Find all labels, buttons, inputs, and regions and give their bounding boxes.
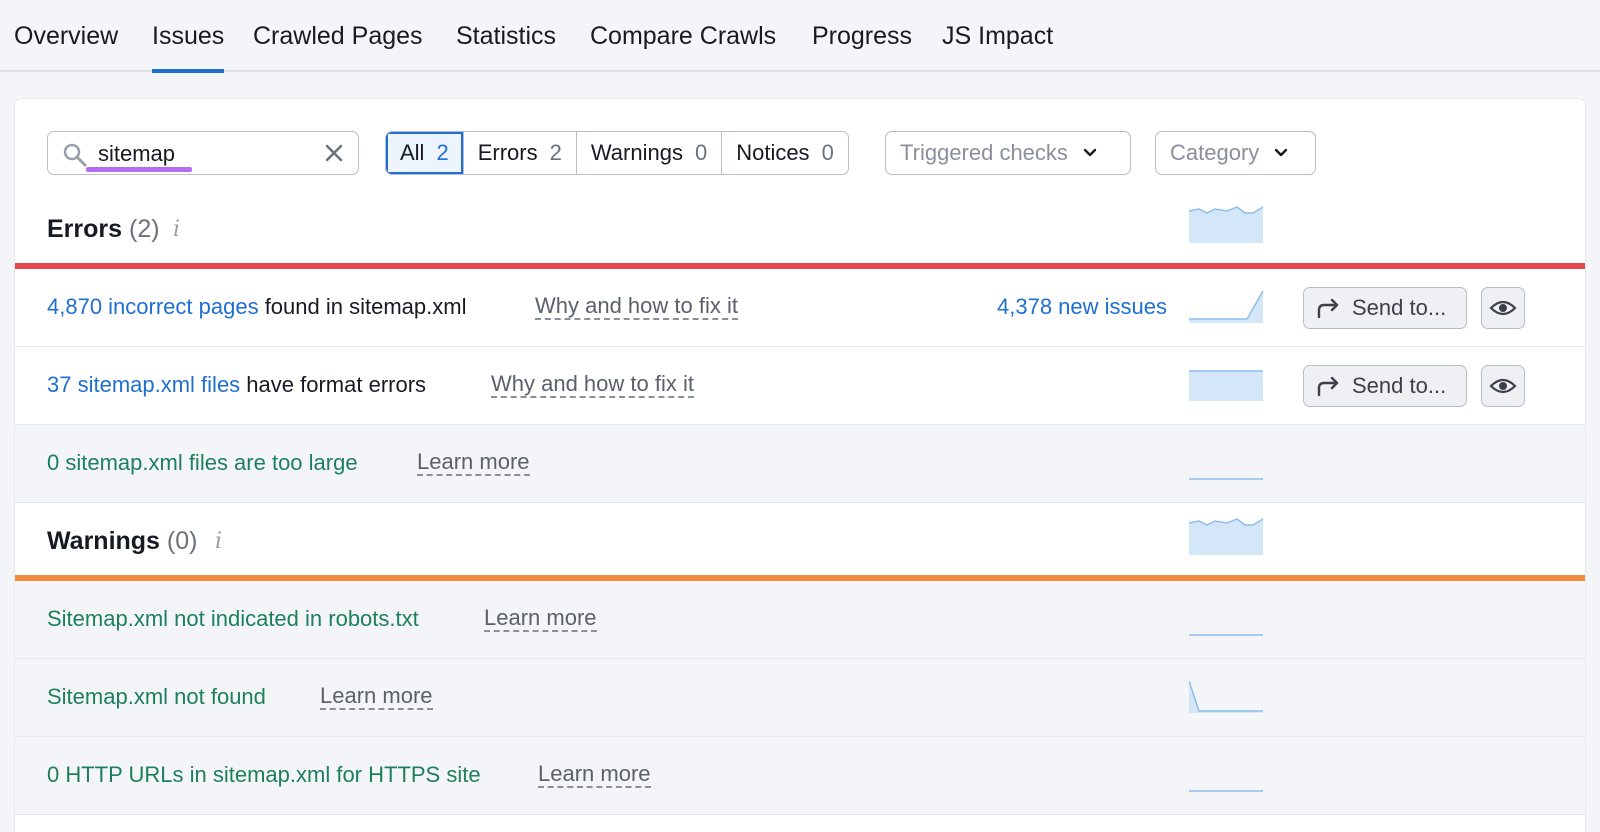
tab-compare-crawls[interactable]: Compare Crawls xyxy=(590,22,776,51)
filter-label: Errors xyxy=(477,140,538,165)
clear-icon[interactable] xyxy=(322,141,346,165)
issue-row: Sitemap.xml not indicated in robots.txt … xyxy=(15,581,1585,659)
filter-count: 0 xyxy=(694,140,708,165)
triggered-checks-dropdown[interactable]: Triggered checks xyxy=(885,131,1131,175)
dropdown-label: Category xyxy=(1170,140,1260,165)
tab-progress[interactable]: Progress xyxy=(812,22,912,51)
filter-label: Warnings xyxy=(590,140,683,165)
warnings-section-header: Warnings (0) i xyxy=(15,503,1585,581)
section-title: Warnings (0) xyxy=(47,527,198,555)
issue-row: 4,870 incorrect pages found in sitemap.x… xyxy=(15,269,1585,347)
tab-overview[interactable]: Overview xyxy=(14,22,118,51)
warnings-trend-sparkline xyxy=(1189,518,1264,555)
issue-row: 0 sitemap.xml files are too large Learn … xyxy=(15,425,1585,503)
errors-section-header: Errors (2) i xyxy=(15,191,1585,269)
learn-more-link[interactable]: Learn more xyxy=(484,606,597,632)
chevron-down-icon xyxy=(1083,148,1097,157)
issue-text: 0 HTTP URLs in sitemap.xml for HTTPS sit… xyxy=(47,762,481,787)
learn-more-link[interactable]: Learn more xyxy=(417,450,530,476)
issue-trend-sparkline xyxy=(1189,290,1264,323)
share-arrow-icon xyxy=(1317,298,1339,319)
filter-label: All xyxy=(400,140,425,165)
issue-row: Sitemap.xml not found Learn more xyxy=(15,659,1585,737)
issue-text: 37 sitemap.xml files have format errors xyxy=(47,372,427,397)
send-to-button[interactable]: Send to... xyxy=(1303,287,1467,329)
issue-row: 37 sitemap.xml files have format errors … xyxy=(15,347,1585,425)
learn-more-link[interactable]: Learn more xyxy=(538,762,651,788)
issue-trend-sparkline xyxy=(1189,680,1263,713)
tab-js-impact[interactable]: JS Impact xyxy=(942,22,1053,51)
tab-bar: Overview Issues Crawled Pages Statistics… xyxy=(0,0,1600,73)
tab-crawled-pages[interactable]: Crawled Pages xyxy=(253,22,423,51)
issue-trend-sparkline xyxy=(1189,370,1263,401)
issue-text: 4,870 incorrect pages found in sitemap.x… xyxy=(47,294,467,319)
filter-notices[interactable]: Notices 0 xyxy=(722,132,848,174)
issue-text: 0 sitemap.xml files are too large xyxy=(47,450,358,475)
chevron-down-icon xyxy=(1275,148,1288,157)
issue-count-link[interactable]: 4,870 incorrect pages xyxy=(47,294,259,319)
hide-issue-button[interactable] xyxy=(1481,287,1525,329)
tab-statistics[interactable]: Statistics xyxy=(456,22,556,51)
filter-label: Notices xyxy=(736,140,810,165)
search-value: sitemap xyxy=(98,141,176,166)
eye-icon xyxy=(1489,378,1517,394)
errors-trend-sparkline xyxy=(1189,206,1264,243)
issue-text: Sitemap.xml not indicated in robots.txt xyxy=(47,606,419,631)
issue-count-link[interactable]: 37 sitemap.xml files xyxy=(47,372,240,397)
search-input[interactable]: sitemap xyxy=(47,131,359,175)
info-icon[interactable]: i xyxy=(173,217,180,242)
search-icon xyxy=(63,143,87,167)
issue-trend-sparkline xyxy=(1189,634,1263,636)
tab-issues[interactable]: Issues xyxy=(152,22,225,73)
filter-warnings[interactable]: Warnings 0 xyxy=(577,132,723,174)
send-to-button[interactable]: Send to... xyxy=(1303,365,1467,407)
filter-all[interactable]: All 2 xyxy=(386,132,464,174)
share-arrow-icon xyxy=(1317,376,1339,397)
filter-count: 2 xyxy=(549,140,562,165)
filter-count: 2 xyxy=(436,140,449,165)
filter-count: 0 xyxy=(821,140,834,165)
learn-more-link[interactable]: Learn more xyxy=(320,684,433,710)
section-title: Errors (2) xyxy=(47,215,160,243)
dropdown-label: Triggered checks xyxy=(900,140,1068,165)
send-label: Send to... xyxy=(1352,295,1447,320)
new-issues-link[interactable]: 4,378 new issues xyxy=(997,294,1167,320)
issue-type-filter: All 2 Errors 2 Warnings 0 Notices 0 xyxy=(385,131,849,175)
issue-trend-sparkline xyxy=(1189,790,1263,792)
info-icon[interactable]: i xyxy=(215,529,222,554)
category-dropdown[interactable]: Category xyxy=(1155,131,1316,175)
why-fix-link[interactable]: Why and how to fix it xyxy=(535,294,738,320)
hide-issue-button[interactable] xyxy=(1481,365,1525,407)
issue-text: Sitemap.xml not found xyxy=(47,684,266,709)
filter-errors[interactable]: Errors 2 xyxy=(464,132,577,174)
search-highlight xyxy=(86,167,192,172)
issues-card: sitemap All 2 Errors 2 Warnings 0 Notices 0 … xyxy=(14,98,1586,832)
why-fix-link[interactable]: Why and how to fix it xyxy=(491,372,694,398)
issue-trend-sparkline xyxy=(1189,478,1263,480)
send-label: Send to... xyxy=(1352,373,1447,398)
issue-row: 0 HTTP URLs in sitemap.xml for HTTPS sit… xyxy=(15,737,1585,815)
eye-icon xyxy=(1489,300,1517,316)
